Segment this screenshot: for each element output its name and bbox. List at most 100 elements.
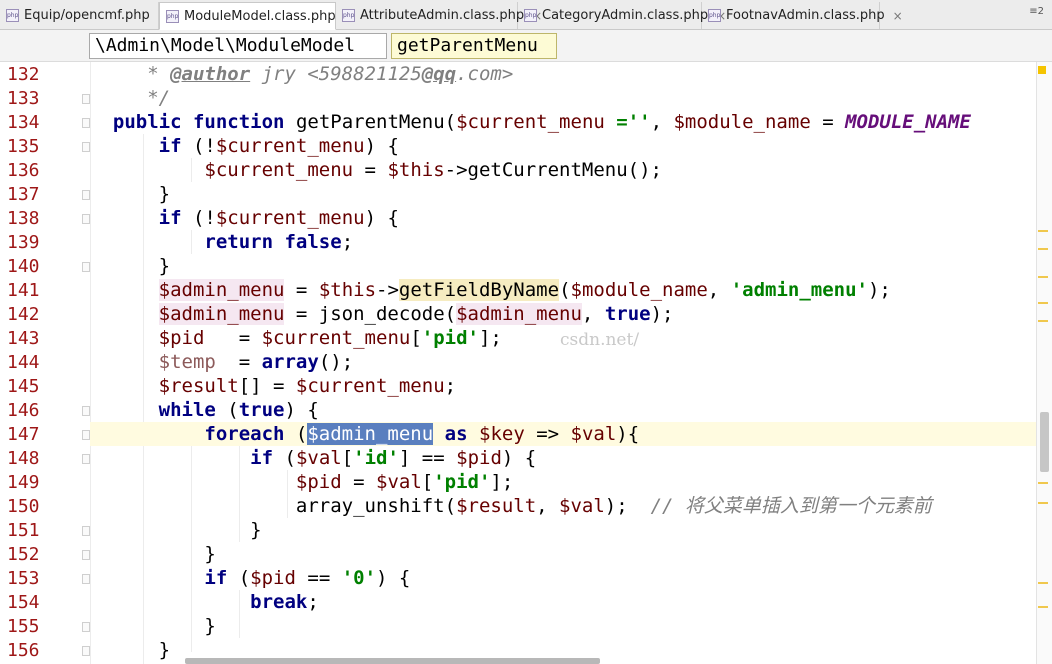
- fold-marker-icon[interactable]: [82, 262, 90, 272]
- fold-marker-icon[interactable]: [82, 214, 90, 224]
- line-number: 143: [7, 328, 40, 349]
- line-number: 147: [7, 424, 40, 445]
- line-number: 154: [7, 592, 40, 613]
- fold-marker-icon[interactable]: [82, 646, 90, 656]
- code-line-134: public function getParentMenu($current_m…: [112, 111, 971, 133]
- line-number: 156: [7, 640, 40, 661]
- code-line-141: $admin_menu = $this->getFieldByName($mod…: [158, 279, 891, 301]
- line-number: 140: [7, 256, 40, 277]
- code-line-132: * @author jry <598821125@qq.com>: [135, 63, 514, 85]
- selected-text: $admin_menu: [307, 423, 434, 445]
- error-stripe-marker[interactable]: [1038, 248, 1048, 250]
- error-stripe-marker[interactable]: [1038, 302, 1048, 304]
- vertical-scrollbar[interactable]: [1036, 62, 1052, 664]
- fold-marker-icon[interactable]: [82, 574, 90, 584]
- tab-overflow-menu-icon[interactable]: ≡2: [1029, 6, 1044, 17]
- php-file-icon: php: [6, 9, 19, 22]
- code-line-133: */: [135, 87, 171, 109]
- code-line-146: while (true) {: [158, 399, 319, 421]
- php-file-icon: php: [342, 9, 355, 22]
- line-number: 138: [7, 208, 40, 229]
- error-stripe-marker[interactable]: [1038, 582, 1048, 584]
- code-line-148: if ($val['id'] == $pid) {: [250, 447, 537, 469]
- fold-marker-icon[interactable]: [82, 550, 90, 560]
- error-stripe-marker[interactable]: [1038, 502, 1048, 504]
- php-file-icon: php: [708, 9, 721, 22]
- code-line-142: $admin_menu = json_decode($admin_menu, t…: [158, 303, 674, 325]
- php-file-icon: php: [166, 9, 179, 23]
- code-line-144: $temp = array();: [158, 351, 354, 373]
- tab-label: AttributeAdmin.class.php: [360, 8, 525, 23]
- watermark: csdn.net/: [560, 330, 640, 350]
- line-number: 139: [7, 232, 40, 253]
- fold-marker-icon[interactable]: [82, 142, 90, 152]
- line-number: 146: [7, 400, 40, 421]
- code-line-135: if (!$current_menu) {: [158, 135, 399, 157]
- line-number: 144: [7, 352, 40, 373]
- warning-indicator-icon[interactable]: [1038, 66, 1046, 74]
- line-number: 153: [7, 568, 40, 589]
- error-stripe-marker[interactable]: [1038, 606, 1048, 608]
- code-line-151: }: [250, 519, 262, 541]
- close-icon[interactable]: ×: [893, 9, 903, 23]
- breadcrumb: \Admin\Model\ModuleModel getParentMenu: [0, 30, 1052, 62]
- code-line-147: foreach ($admin_menu as $key => $val){: [90, 422, 1036, 446]
- error-stripe-marker[interactable]: [1038, 482, 1048, 484]
- breadcrumb-method[interactable]: getParentMenu: [391, 33, 557, 59]
- line-number: 155: [7, 616, 40, 637]
- tab-categoryadmin[interactable]: php CategoryAdmin.class.php ×: [518, 2, 726, 29]
- editor-tab-bar: php Equip/opencmf.php × php ModuleModel.…: [0, 0, 1052, 30]
- line-number: 132: [7, 64, 40, 85]
- fold-marker-icon[interactable]: [82, 526, 90, 536]
- code-line-145: $result[] = $current_menu;: [158, 375, 457, 397]
- breadcrumb-class-path[interactable]: \Admin\Model\ModuleModel: [89, 33, 387, 59]
- tab-footnavadmin[interactable]: php FootnavAdmin.class.php ×: [702, 2, 903, 29]
- line-number: 133: [7, 88, 40, 109]
- code-line-150: array_unshift($result, $val); // 将父菜单插入到…: [295, 495, 932, 517]
- fold-marker-icon[interactable]: [82, 622, 90, 632]
- line-number: 152: [7, 544, 40, 565]
- fold-marker-icon[interactable]: [82, 430, 90, 440]
- code-line-138: if (!$current_menu) {: [158, 207, 399, 229]
- php-file-icon: php: [524, 9, 537, 22]
- code-line-154: break;: [250, 591, 319, 613]
- tab-opencmf[interactable]: php Equip/opencmf.php ×: [0, 2, 168, 29]
- line-number: 149: [7, 472, 40, 493]
- line-number: 150: [7, 496, 40, 517]
- error-stripe-marker[interactable]: [1038, 230, 1048, 232]
- code-area[interactable]: * @author jry <598821125@qq.com> */ publ…: [90, 62, 1036, 664]
- code-editor[interactable]: 132 133 134 135 136 137 138 139 140 141 …: [0, 62, 1052, 664]
- line-number: 148: [7, 448, 40, 469]
- code-line-152: }: [204, 543, 216, 565]
- code-line-153: if ($pid == '0') {: [204, 567, 411, 589]
- code-line-155: }: [204, 615, 216, 637]
- scrollbar-thumb[interactable]: [1040, 412, 1049, 472]
- code-line-140: }: [158, 255, 171, 277]
- fold-marker-icon[interactable]: [82, 190, 90, 200]
- tab-modulemodel[interactable]: php ModuleModel.class.php ×: [159, 2, 354, 30]
- error-stripe-marker[interactable]: [1038, 320, 1048, 322]
- code-line-139: return false;: [204, 231, 354, 253]
- fold-marker-icon[interactable]: [82, 94, 90, 104]
- line-number: 135: [7, 136, 40, 157]
- code-line-137: }: [158, 183, 171, 205]
- horizontal-scrollbar[interactable]: [185, 658, 600, 664]
- fold-marker-icon[interactable]: [82, 118, 90, 128]
- fold-marker-icon[interactable]: [82, 406, 90, 416]
- tab-label: FootnavAdmin.class.php: [726, 8, 885, 23]
- code-line-149: $pid = $val['pid'];: [295, 471, 514, 493]
- line-number: 142: [7, 304, 40, 325]
- error-stripe-marker[interactable]: [1038, 276, 1048, 278]
- tab-label: Equip/opencmf.php: [24, 8, 150, 23]
- line-number: 141: [7, 280, 40, 301]
- tab-label: ModuleModel.class.php: [184, 8, 336, 24]
- fold-marker-icon[interactable]: [82, 454, 90, 464]
- tab-label: CategoryAdmin.class.php: [542, 8, 709, 23]
- line-number: 134: [7, 112, 40, 133]
- line-number: 151: [7, 520, 40, 541]
- tab-attributeadmin[interactable]: php AttributeAdmin.class.php ×: [336, 2, 542, 29]
- line-number-gutter: 132 133 134 135 136 137 138 139 140 141 …: [0, 62, 120, 664]
- code-line-136: $current_menu = $this->getCurrentMenu();: [204, 159, 662, 181]
- line-number: 136: [7, 160, 40, 181]
- line-number: 137: [7, 184, 40, 205]
